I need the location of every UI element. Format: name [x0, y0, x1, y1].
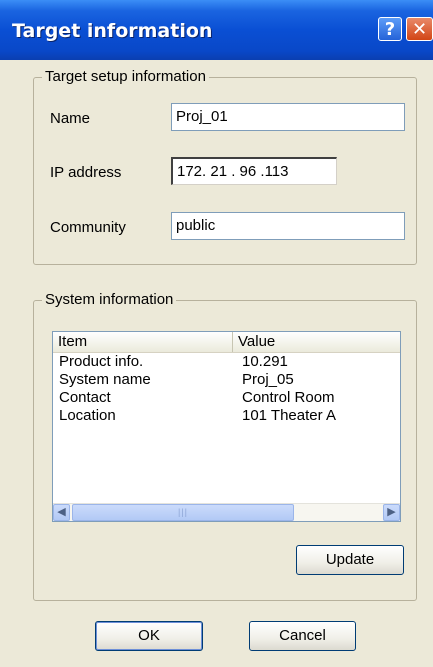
scroll-right-button[interactable]: ▶ — [383, 504, 400, 521]
cancel-button[interactable]: Cancel — [249, 621, 356, 651]
scrollbar-thumb[interactable]: ||| — [72, 504, 294, 521]
scroll-left-button[interactable]: ◀ — [53, 504, 70, 521]
name-field[interactable]: Proj_01 — [171, 103, 405, 131]
update-button[interactable]: Update — [296, 545, 404, 575]
list-header: Item Value — [53, 332, 400, 353]
system-info-list[interactable]: Item Value Product info. 10.291 System n… — [52, 331, 401, 522]
target-setup-legend: Target setup information — [42, 68, 209, 85]
help-button[interactable]: ? — [378, 17, 402, 41]
grip-icon: ||| — [177, 507, 188, 517]
column-header-value[interactable]: Value — [233, 332, 400, 352]
list-row[interactable]: System name Proj_05 — [53, 371, 400, 389]
row-item: Product info. — [59, 353, 144, 370]
list-row[interactable]: Product info. 10.291 — [53, 353, 400, 371]
system-info-legend: System information — [42, 291, 177, 308]
row-item: System name — [59, 371, 151, 388]
row-value: 10.291 — [242, 353, 288, 370]
horizontal-scrollbar[interactable]: ◀ ||| ▶ — [53, 503, 400, 521]
close-button[interactable]: ✕ — [406, 17, 433, 41]
name-label: Name — [50, 110, 91, 127]
list-row[interactable]: Contact Control Room — [53, 389, 400, 407]
community-label: Community — [50, 219, 126, 236]
list-row[interactable]: Location 101 Theater A — [53, 407, 400, 425]
ok-button[interactable]: OK — [95, 621, 203, 651]
row-value: 101 Theater A — [242, 407, 336, 424]
ip-address-field[interactable]: 172. 21 . 96 .113 — [171, 157, 337, 185]
chevron-left-icon: ◀ — [57, 506, 66, 518]
help-icon: ? — [384, 19, 396, 40]
window-title: Target information — [12, 20, 213, 42]
community-field[interactable]: public — [171, 212, 405, 240]
title-bar: Target information ? ✕ — [0, 0, 433, 60]
column-header-item[interactable]: Item — [53, 332, 233, 352]
ip-address-label: IP address — [50, 164, 122, 181]
chevron-right-icon: ▶ — [387, 506, 396, 518]
row-value: Control Room — [242, 389, 335, 406]
row-item: Location — [59, 407, 116, 424]
row-item: Contact — [59, 389, 111, 406]
close-icon: ✕ — [411, 19, 428, 40]
row-value: Proj_05 — [242, 371, 294, 388]
